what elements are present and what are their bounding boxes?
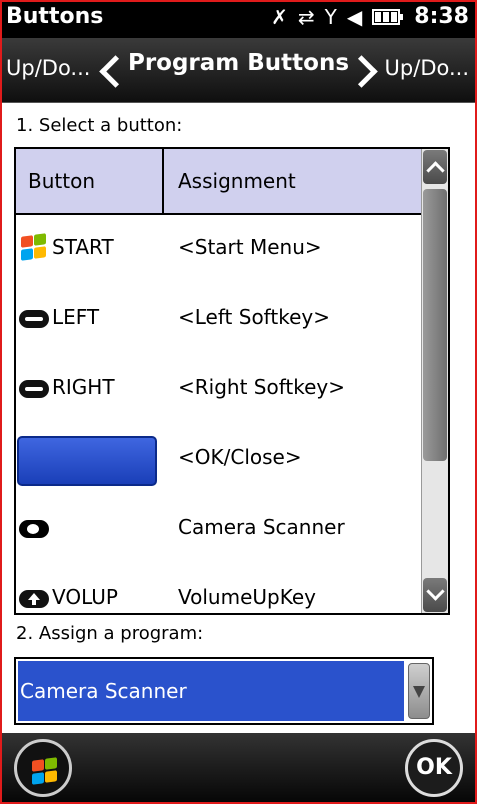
- selected-row-highlight[interactable]: [17, 436, 157, 486]
- column-header-assignment[interactable]: Assignment: [178, 169, 296, 193]
- buttons-table: Button Assignment START <Start Menu> LEF…: [14, 147, 450, 615]
- button-assignment: <Right Softkey>: [178, 375, 346, 399]
- left-softkey-icon: [19, 310, 49, 328]
- volume-up-key-icon: [19, 590, 49, 608]
- table-header: Button Assignment: [16, 149, 424, 215]
- button-name: VOLUP: [52, 585, 118, 609]
- table-row[interactable]: START <Start Menu>: [16, 213, 424, 283]
- signal-off-icon[interactable]: Y: [325, 5, 337, 29]
- program-select-value[interactable]: Camera Scanner: [18, 661, 404, 721]
- table-row[interactable]: RIGHT <Right Softkey>: [16, 353, 424, 423]
- button-name: ACTION: [52, 515, 129, 539]
- clock[interactable]: 8:38: [414, 4, 469, 29]
- app-title: Buttons: [6, 4, 104, 29]
- assign-program-label: 2. Assign a program:: [16, 623, 204, 644]
- bottom-bar: OK: [0, 733, 477, 804]
- battery-icon[interactable]: [372, 8, 404, 25]
- button-assignment: <OK/Close>: [178, 445, 302, 469]
- table-row-selected[interactable]: ACTION Camera Scanner: [16, 493, 424, 563]
- dropdown-arrow-icon[interactable]: [408, 663, 430, 719]
- action-key-icon: [19, 520, 49, 538]
- select-button-label: 1. Select a button:: [16, 115, 183, 136]
- table-row[interactable]: VOLUP VolumeUpKey: [16, 563, 424, 613]
- button-assignment: <Start Menu>: [178, 235, 322, 259]
- button-name: RIGHT: [52, 375, 115, 399]
- vertical-scrollbar[interactable]: [421, 149, 448, 613]
- right-softkey-icon: [19, 380, 49, 398]
- button-assignment: VolumeUpKey: [178, 585, 316, 609]
- scrollbar-thumb[interactable]: [423, 189, 447, 461]
- volume-mute-icon[interactable]: ◀: [347, 5, 362, 29]
- sync-icon[interactable]: ⇄: [298, 5, 315, 29]
- button-assignment: Camera Scanner: [178, 515, 345, 539]
- scroll-down-button[interactable]: [423, 578, 447, 612]
- scroll-up-button[interactable]: [423, 150, 447, 184]
- button-name: LEFT: [52, 305, 100, 329]
- windows-start-button[interactable]: [14, 739, 72, 797]
- next-page-link[interactable]: Up/Do...: [385, 56, 469, 80]
- main-content: 1. Select a button: Button Assignment ST…: [0, 103, 477, 733]
- table-row[interactable]: LEFT <Left Softkey>: [16, 283, 424, 353]
- nav-header: Up/Do... Program Buttons Up/Do...: [0, 38, 477, 103]
- windows-start-icon: [30, 757, 60, 786]
- column-header-button[interactable]: Button: [28, 169, 95, 193]
- button-name: START: [52, 235, 114, 259]
- gps-off-icon[interactable]: ✗: [271, 5, 288, 29]
- button-assignment: <Left Softkey>: [178, 305, 330, 329]
- status-bar: Buttons ✗ ⇄ Y ◀ 8:38: [0, 0, 477, 38]
- ok-button[interactable]: OK: [405, 739, 463, 797]
- program-select[interactable]: Camera Scanner: [14, 657, 434, 725]
